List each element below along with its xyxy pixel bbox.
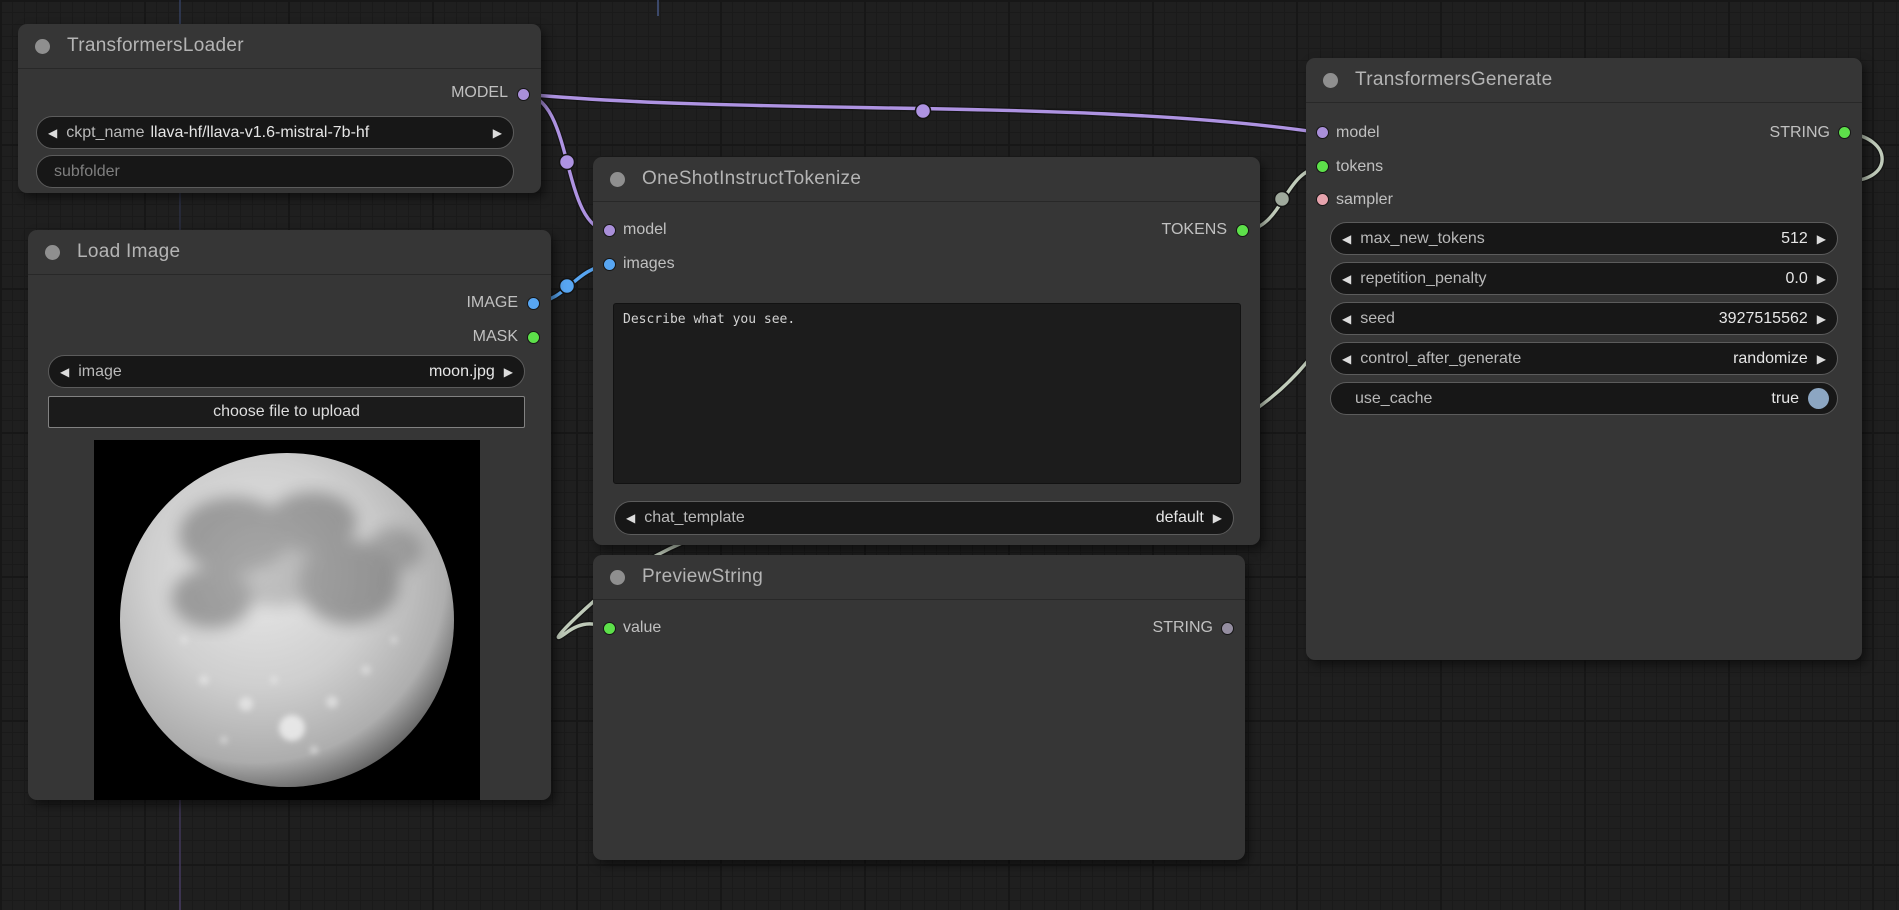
output-port-tokens[interactable] bbox=[1236, 224, 1249, 237]
choose-file-button[interactable]: choose file to upload bbox=[48, 396, 525, 428]
input-label-model: model bbox=[623, 221, 667, 239]
decrement-arrow-icon[interactable]: ◀ bbox=[1342, 233, 1351, 245]
node-load-image[interactable]: Load Image IMAGE MASK ◀ image moon.jpg ▶… bbox=[28, 230, 551, 800]
decrement-arrow-icon[interactable]: ◀ bbox=[1342, 353, 1351, 365]
collapse-dot-icon[interactable] bbox=[45, 245, 60, 260]
collapse-dot-icon[interactable] bbox=[610, 172, 625, 187]
increment-arrow-icon[interactable]: ▶ bbox=[493, 127, 502, 139]
output-port-image[interactable] bbox=[527, 297, 540, 310]
use-cache-toggle[interactable]: use_cache true bbox=[1330, 382, 1838, 415]
decrement-arrow-icon[interactable]: ◀ bbox=[1342, 313, 1351, 325]
node-title: TransformersLoader bbox=[67, 35, 244, 57]
widget-value: randomize bbox=[1733, 350, 1808, 368]
widget-label: max_new_tokens bbox=[1360, 230, 1485, 248]
input-label-sampler: sampler bbox=[1336, 191, 1393, 209]
max-new-tokens-stepper[interactable]: ◀ max_new_tokens 512 ▶ bbox=[1330, 222, 1838, 255]
image-preview-moon bbox=[94, 440, 480, 800]
widget-value: llava-hf/llava-v1.6-mistral-7b-hf bbox=[151, 124, 370, 142]
output-label-image: IMAGE bbox=[466, 294, 518, 312]
input-label-value: value bbox=[623, 619, 661, 637]
node-header[interactable]: TransformersLoader bbox=[18, 24, 541, 69]
output-label-string: STRING bbox=[1770, 124, 1830, 142]
widget-value: 3927515562 bbox=[1719, 310, 1808, 328]
input-port-images[interactable] bbox=[603, 258, 616, 271]
collapse-dot-icon[interactable] bbox=[1323, 73, 1338, 88]
increment-arrow-icon[interactable]: ▶ bbox=[1817, 273, 1826, 285]
node-header[interactable]: TransformersGenerate bbox=[1306, 58, 1862, 103]
decrement-arrow-icon[interactable]: ◀ bbox=[60, 366, 69, 378]
input-label-images: images bbox=[623, 255, 675, 273]
node-title: PreviewString bbox=[642, 566, 763, 588]
output-port-string[interactable] bbox=[1838, 126, 1851, 139]
node-transformersloader[interactable]: TransformersLoader MODEL ◀ ckpt_name lla… bbox=[18, 24, 541, 193]
output-label-model: MODEL bbox=[451, 84, 508, 102]
node-title: TransformersGenerate bbox=[1355, 69, 1552, 91]
widget-value: default bbox=[1156, 509, 1204, 527]
node-header[interactable]: Load Image bbox=[28, 230, 551, 275]
prompt-textarea[interactable]: Describe what you see. bbox=[613, 303, 1241, 484]
widget-value: 0.0 bbox=[1786, 270, 1808, 288]
node-oneshotinstructtokenize[interactable]: OneShotInstructTokenize model images TOK… bbox=[593, 157, 1260, 545]
node-previewstring[interactable]: PreviewString value STRING bbox=[593, 555, 1245, 860]
subfolder-input[interactable] bbox=[54, 163, 502, 181]
input-port-tokens[interactable] bbox=[1316, 160, 1329, 173]
widget-label: repetition_penalty bbox=[1360, 270, 1486, 288]
input-port-value[interactable] bbox=[603, 622, 616, 635]
widget-label: use_cache bbox=[1355, 390, 1432, 408]
wire-dot bbox=[560, 155, 575, 170]
output-label-string: STRING bbox=[1153, 619, 1213, 637]
collapse-dot-icon[interactable] bbox=[610, 570, 625, 585]
toggle-knob-icon[interactable] bbox=[1808, 388, 1829, 409]
widget-label: seed bbox=[1360, 310, 1395, 328]
widget-label: chat_template bbox=[644, 509, 745, 527]
node-transformersgenerate[interactable]: TransformersGenerate model STRING tokens… bbox=[1306, 58, 1862, 660]
decrement-arrow-icon[interactable]: ◀ bbox=[1342, 273, 1351, 285]
output-port-model[interactable] bbox=[517, 88, 530, 101]
wire-dot bbox=[916, 104, 931, 119]
increment-arrow-icon[interactable]: ▶ bbox=[1817, 313, 1826, 325]
widget-label: ckpt_name bbox=[66, 124, 144, 142]
widget-label: image bbox=[78, 363, 122, 381]
output-port-mask[interactable] bbox=[527, 331, 540, 344]
output-label-mask: MASK bbox=[473, 328, 518, 346]
node-graph-canvas[interactable]: { "colors": { "wire_model": "#ae93e2", "… bbox=[0, 0, 1899, 910]
decrement-arrow-icon[interactable]: ◀ bbox=[626, 512, 635, 524]
control-after-generate-combo[interactable]: ◀ control_after_generate randomize ▶ bbox=[1330, 342, 1838, 375]
increment-arrow-icon[interactable]: ▶ bbox=[1817, 353, 1826, 365]
image-combo[interactable]: ◀ image moon.jpg ▶ bbox=[48, 355, 525, 388]
widget-label: control_after_generate bbox=[1360, 350, 1521, 368]
node-title: Load Image bbox=[77, 241, 180, 263]
input-port-model[interactable] bbox=[1316, 126, 1329, 139]
node-header[interactable]: OneShotInstructTokenize bbox=[593, 157, 1260, 202]
input-port-model[interactable] bbox=[603, 224, 616, 237]
input-port-sampler[interactable] bbox=[1316, 193, 1329, 206]
repetition-penalty-stepper[interactable]: ◀ repetition_penalty 0.0 ▶ bbox=[1330, 262, 1838, 295]
input-label-tokens: tokens bbox=[1336, 158, 1383, 176]
wire-dot bbox=[560, 279, 575, 294]
input-label-model: model bbox=[1336, 124, 1380, 142]
subfolder-field-pill[interactable] bbox=[36, 155, 514, 188]
increment-arrow-icon[interactable]: ▶ bbox=[1817, 233, 1826, 245]
widget-value: 512 bbox=[1781, 230, 1808, 248]
collapse-dot-icon[interactable] bbox=[35, 39, 50, 54]
widget-value: moon.jpg bbox=[429, 363, 495, 381]
widget-value: true bbox=[1771, 390, 1799, 408]
decrement-arrow-icon[interactable]: ◀ bbox=[48, 127, 57, 139]
node-title: OneShotInstructTokenize bbox=[642, 168, 861, 190]
output-label-tokens: TOKENS bbox=[1162, 221, 1228, 239]
node-header[interactable]: PreviewString bbox=[593, 555, 1245, 600]
ckpt-name-combo[interactable]: ◀ ckpt_name llava-hf/llava-v1.6-mistral-… bbox=[36, 116, 514, 149]
seed-stepper[interactable]: ◀ seed 3927515562 ▶ bbox=[1330, 302, 1838, 335]
increment-arrow-icon[interactable]: ▶ bbox=[504, 366, 513, 378]
wire-dot bbox=[1275, 192, 1290, 207]
increment-arrow-icon[interactable]: ▶ bbox=[1213, 512, 1222, 524]
output-port-string[interactable] bbox=[1221, 622, 1234, 635]
chat-template-combo[interactable]: ◀ chat_template default ▶ bbox=[614, 501, 1234, 535]
